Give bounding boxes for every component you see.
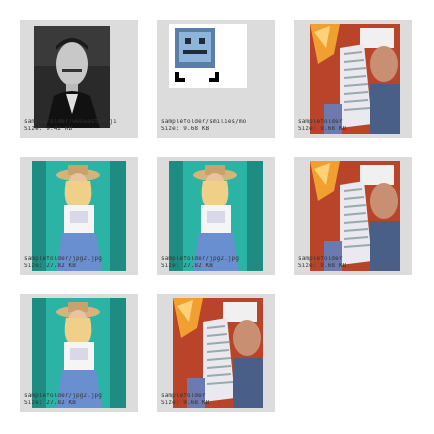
file-name-label: samplefolder/jpg2.jpg: [24, 256, 102, 262]
thumbnail-tile-7[interactable]: samplefolder/jpg2.jpg Size: 27.82 KB: [20, 294, 138, 412]
woman-hat-photo-icon: [163, 161, 263, 271]
thumbnail-tile-6[interactable]: samplefolder Size: 9.68 KB: [294, 157, 412, 275]
file-name-label: samplefolder: [161, 393, 206, 399]
file-size-label: Size: 9.68 KB: [161, 126, 210, 132]
thumbnail-tile-1[interactable]: samplefolder/wwswaster.ji Size: 9.42 KB: [20, 20, 138, 138]
pixel-smiley-icon: [163, 24, 263, 134]
file-size-label: Size: 9.68 KB: [161, 400, 210, 406]
woman-hat-photo-icon: [26, 161, 126, 271]
woman-hat-photo-icon: [26, 298, 126, 408]
file-name-label: samplefolder/jpg2.jpg: [24, 393, 102, 399]
fire-photo-icon: [163, 298, 263, 408]
file-size-label: Size: 27.82 KB: [24, 263, 76, 269]
file-size-label: Size: 9.68 KB: [298, 126, 347, 132]
file-name-label: samplefolder/smilies/mo: [161, 119, 247, 125]
file-size-label: Size: 27.82 KB: [24, 400, 76, 406]
portrait-photo-icon: [26, 24, 126, 134]
thumbnail-tile-8[interactable]: samplefolder Size: 9.68 KB: [157, 294, 275, 412]
thumbnail-tile-4[interactable]: samplefolder/jpg2.jpg Size: 27.82 KB: [20, 157, 138, 275]
file-name-label: samplefolder/wwswaster.ji: [24, 119, 117, 125]
fire-photo-icon: [300, 161, 400, 271]
fire-photo-icon: [300, 24, 400, 134]
thumbnail-tile-5[interactable]: samplefolder/jpg2.jpg Size: 27.82 KB: [157, 157, 275, 275]
file-size-label: Size: 9.68 KB: [298, 263, 347, 269]
file-name-label: samplefolder: [298, 256, 343, 262]
thumbnail-tile-2[interactable]: samplefolder/smilies/mo Size: 9.68 KB: [157, 20, 275, 138]
thumbnail-grid: samplefolder/wwswaster.ji Size: 9.42 KB …: [0, 0, 434, 434]
file-name-label: samplefolder: [298, 119, 343, 125]
thumbnail-tile-3[interactable]: samplefolder Size: 9.68 KB: [294, 20, 412, 138]
file-name-label: samplefolder/jpg2.jpg: [161, 256, 239, 262]
file-size-label: Size: 9.42 KB: [24, 126, 73, 132]
file-size-label: Size: 27.82 KB: [161, 263, 213, 269]
